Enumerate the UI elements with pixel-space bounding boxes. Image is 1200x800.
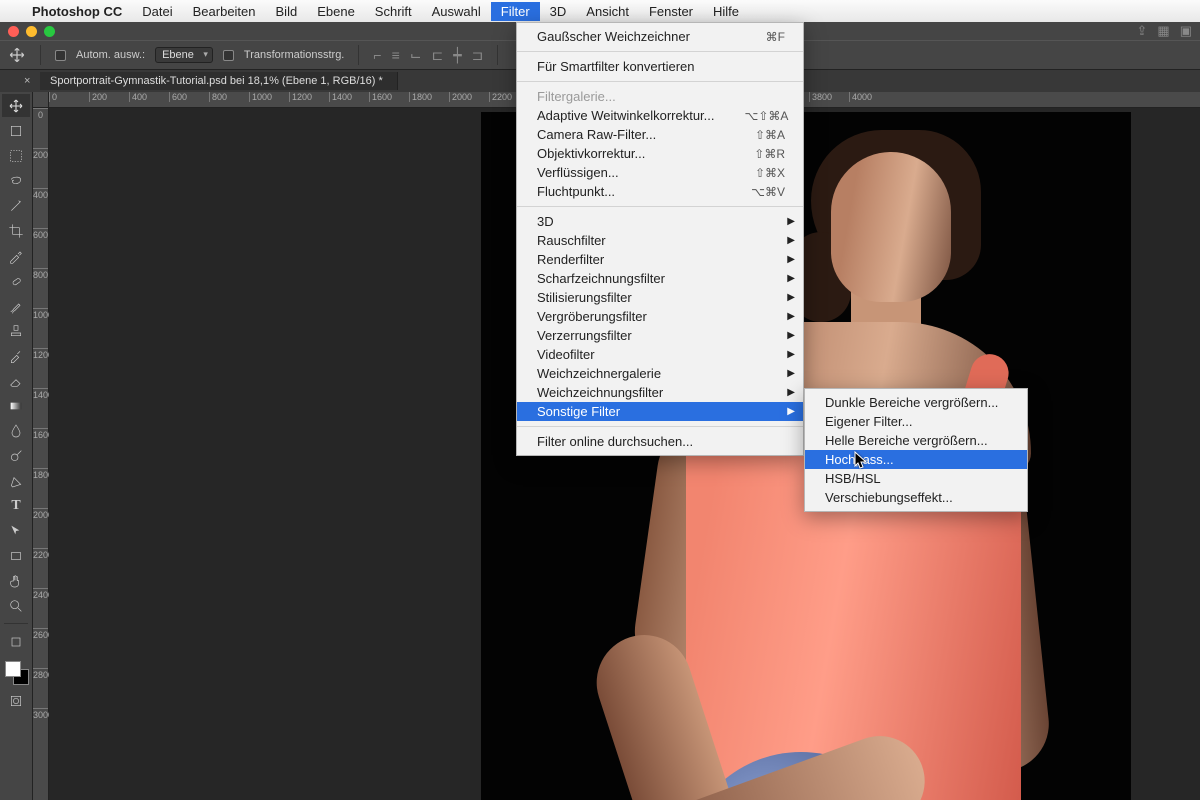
transform-checkbox[interactable] xyxy=(223,50,234,61)
share-icon[interactable]: ⇪ xyxy=(1137,23,1148,39)
auto-select-checkbox[interactable] xyxy=(55,50,66,61)
filter-sub-verzerrungsfilter[interactable]: Verzerrungsfilter▶ xyxy=(517,326,803,345)
filter-liquify[interactable]: Verflüssigen...⇧⌘X xyxy=(517,163,803,182)
align-left-icon[interactable]: ⊏ xyxy=(431,47,443,64)
document-tab-label: Sportportrait-Gymnastik-Tutorial.psd bei… xyxy=(50,75,383,87)
filter-sub-vergr-berungsfilter[interactable]: Vergröberungsfilter▶ xyxy=(517,307,803,326)
traffic-lights xyxy=(8,26,55,37)
filter-sub-3d[interactable]: 3D▶ xyxy=(517,212,803,231)
move-tool-icon[interactable] xyxy=(8,46,26,64)
zoom-icon[interactable] xyxy=(44,26,55,37)
menu-bearbeiten[interactable]: Bearbeiten xyxy=(183,2,266,21)
other-helle-bereiche-vergr-ern-[interactable]: Helle Bereiche vergrößern... xyxy=(805,431,1027,450)
filter-vanish[interactable]: Fluchtpunkt...⌥⌘V xyxy=(517,182,803,201)
other-verschiebungseffekt-[interactable]: Verschiebungseffekt... xyxy=(805,488,1027,507)
menu-ebene[interactable]: Ebene xyxy=(307,2,365,21)
tool-lasso[interactable] xyxy=(2,169,30,192)
filter-sub-renderfilter[interactable]: Renderfilter▶ xyxy=(517,250,803,269)
menu-hilfe[interactable]: Hilfe xyxy=(703,2,749,21)
vertical-ruler[interactable]: 0200400600800100012001400160018002000220… xyxy=(33,108,49,800)
tool-quickmask[interactable] xyxy=(2,689,30,712)
other-dunkle-bereiche-vergr-ern-[interactable]: Dunkle Bereiche vergrößern... xyxy=(805,393,1027,412)
tool-crop[interactable] xyxy=(2,219,30,242)
tool-dodge[interactable] xyxy=(2,444,30,467)
other-hochpass-[interactable]: Hochpass... xyxy=(805,450,1027,469)
tool-eraser[interactable] xyxy=(2,369,30,392)
tool-blur[interactable] xyxy=(2,419,30,442)
filter-sub-rauschfilter[interactable]: Rauschfilter▶ xyxy=(517,231,803,250)
minimize-icon[interactable] xyxy=(26,26,37,37)
auto-select-dropdown[interactable]: Ebene xyxy=(155,47,213,63)
align-bottom-icon[interactable]: ⌙ xyxy=(410,47,422,64)
transform-label: Transformationsstrg. xyxy=(244,49,344,61)
tool-editmode[interactable] xyxy=(2,630,30,653)
filter-sub-stilisierungsfilter[interactable]: Stilisierungsfilter▶ xyxy=(517,288,803,307)
document-tab[interactable]: Sportportrait-Gymnastik-Tutorial.psd bei… xyxy=(40,72,398,90)
camera-icon[interactable]: ▣ xyxy=(1180,23,1192,39)
filter-menu: Gaußscher Weichzeichner⌘F Für Smartfilte… xyxy=(516,22,804,456)
toolbox: T xyxy=(0,92,33,800)
tool-artboard[interactable] xyxy=(2,119,30,142)
menu-filter[interactable]: Filter xyxy=(491,2,540,21)
mac-menubar: Photoshop CC Datei Bearbeiten Bild Ebene… xyxy=(0,0,1200,22)
filter-sub-weichzeichnungsfilter[interactable]: Weichzeichnungsfilter▶ xyxy=(517,383,803,402)
menu-auswahl[interactable]: Auswahl xyxy=(422,2,491,21)
other-eigener-filter-[interactable]: Eigener Filter... xyxy=(805,412,1027,431)
tool-eyedropper[interactable] xyxy=(2,244,30,267)
menu-bild[interactable]: Bild xyxy=(266,2,308,21)
menu-schrift[interactable]: Schrift xyxy=(365,2,422,21)
tool-brush[interactable] xyxy=(2,294,30,317)
tool-zoom[interactable] xyxy=(2,594,30,617)
ruler-origin[interactable] xyxy=(33,92,49,108)
filter-convert[interactable]: Für Smartfilter konvertieren xyxy=(517,57,803,76)
filter-sub-scharfzeichnungsfilter[interactable]: Scharfzeichnungsfilter▶ xyxy=(517,269,803,288)
filter-cameraraw[interactable]: Camera Raw-Filter...⇧⌘A xyxy=(517,125,803,144)
arrange-icon[interactable]: ▦ xyxy=(1157,23,1169,39)
color-swatches[interactable] xyxy=(3,661,29,687)
tool-history-brush[interactable] xyxy=(2,344,30,367)
filter-sub-weichzeichnergalerie[interactable]: Weichzeichnergalerie▶ xyxy=(517,364,803,383)
tool-heal[interactable] xyxy=(2,269,30,292)
auto-select-label: Autom. ausw.: xyxy=(76,49,145,61)
filter-sub-videofilter[interactable]: Videofilter▶ xyxy=(517,345,803,364)
close-icon[interactable] xyxy=(8,26,19,37)
tool-move[interactable] xyxy=(2,94,30,117)
align-right-icon[interactable]: ⊐ xyxy=(472,47,484,64)
filter-adaptive[interactable]: Adaptive Weitwinkelkorrektur...⌥⇧⌘A xyxy=(517,106,803,125)
align-hcenter-icon[interactable]: ┿ xyxy=(453,47,461,64)
tool-wand[interactable] xyxy=(2,194,30,217)
tool-marquee[interactable] xyxy=(2,144,30,167)
filter-last[interactable]: Gaußscher Weichzeichner⌘F xyxy=(517,27,803,46)
other-hsb-hsl[interactable]: HSB/HSL xyxy=(805,469,1027,488)
tool-stamp[interactable] xyxy=(2,319,30,342)
tool-path-select[interactable] xyxy=(2,519,30,542)
menu-app[interactable]: Photoshop CC xyxy=(22,2,132,21)
menu-3d[interactable]: 3D xyxy=(540,2,577,21)
menu-ansicht[interactable]: Ansicht xyxy=(576,2,639,21)
filter-gallery: Filtergalerie... xyxy=(517,87,803,106)
tool-rectangle[interactable] xyxy=(2,544,30,567)
tool-hand[interactable] xyxy=(2,569,30,592)
filter-browse[interactable]: Filter online durchsuchen... xyxy=(517,432,803,451)
align-vcenter-icon[interactable]: ≡ xyxy=(392,47,400,63)
menu-fenster[interactable]: Fenster xyxy=(639,2,703,21)
filter-sub-sonstige-filter[interactable]: Sonstige Filter▶ xyxy=(517,402,803,421)
filter-lens[interactable]: Objektivkorrektur...⇧⌘R xyxy=(517,144,803,163)
tool-pen[interactable] xyxy=(2,469,30,492)
menu-datei[interactable]: Datei xyxy=(132,2,182,21)
tool-type[interactable]: T xyxy=(2,494,30,517)
align-top-icon[interactable]: ⌐ xyxy=(373,47,381,63)
tool-gradient[interactable] xyxy=(2,394,30,417)
filter-other-submenu: Dunkle Bereiche vergrößern...Eigener Fil… xyxy=(804,388,1028,512)
